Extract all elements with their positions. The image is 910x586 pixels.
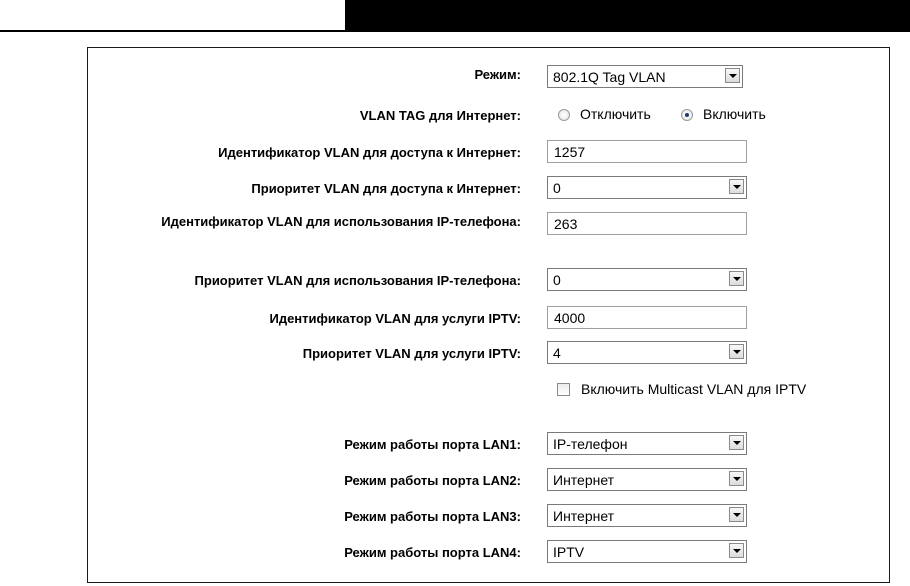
chevron-down-icon[interactable] [725, 68, 740, 83]
lan3-mode-select[interactable]: Интернет [547, 504, 747, 527]
chevron-down-icon[interactable] [729, 507, 744, 522]
iptv-vlan-id-value: 4000 [554, 310, 586, 326]
vlan-settings-panel: Режим: 802.1Q Tag VLAN VLAN TAG для Инте… [87, 47, 890, 583]
chevron-down-icon[interactable] [729, 271, 744, 286]
ipphone-vlan-priority-label: Приоритет VLAN для использования IP-теле… [194, 273, 521, 288]
mode-label: Режим: [474, 67, 521, 82]
iptv-vlan-id-label: Идентификатор VLAN для услуги IPTV: [269, 311, 521, 326]
vlan-tag-off-radio[interactable] [558, 109, 570, 121]
iptv-vlan-priority-value: 4 [553, 345, 561, 361]
chevron-down-icon[interactable] [729, 471, 744, 486]
internet-vlan-priority-label: Приоритет VLAN для доступа к Интернет: [251, 181, 521, 196]
lan4-mode-value: IPTV [553, 544, 585, 560]
lan3-mode-value: Интернет [553, 508, 615, 524]
ipphone-vlan-id-input[interactable]: 263 [547, 212, 747, 235]
lan1-mode-select[interactable]: IP-телефон [547, 432, 747, 455]
multicast-vlan-checkbox[interactable] [557, 383, 570, 396]
chevron-down-icon[interactable] [729, 179, 744, 194]
lan2-mode-value: Интернет [553, 472, 615, 488]
vlan-tag-on-radio[interactable] [681, 109, 693, 121]
iptv-vlan-priority-select[interactable]: 4 [547, 341, 747, 364]
iptv-vlan-priority-label: Приоритет VLAN для услуги IPTV: [302, 346, 521, 361]
lan2-mode-label: Режим работы порта LAN2: [344, 473, 521, 488]
chevron-down-icon[interactable] [729, 435, 744, 450]
header-divider [0, 30, 345, 32]
internet-vlan-id-value: 1257 [554, 144, 586, 160]
vlan-tag-off-label: Отключить [580, 106, 651, 122]
iptv-vlan-id-input[interactable]: 4000 [547, 306, 747, 329]
lan4-mode-label: Режим работы порта LAN4: [344, 545, 521, 560]
ipphone-vlan-id-label: Идентификатор VLAN для использования IP-… [161, 214, 521, 229]
lan2-mode-select[interactable]: Интернет [547, 468, 747, 491]
vlan-tag-on-label: Включить [703, 106, 766, 122]
vlan-tag-label: VLAN TAG для Интернет: [359, 108, 521, 123]
ipphone-vlan-priority-select[interactable]: 0 [547, 268, 747, 291]
mode-select-value: 802.1Q Tag VLAN [553, 69, 666, 85]
header-bar [345, 0, 910, 32]
lan4-mode-select[interactable]: IPTV [547, 540, 747, 563]
lan3-mode-label: Режим работы порта LAN3: [344, 509, 521, 524]
ipphone-vlan-priority-value: 0 [553, 272, 561, 288]
lan1-mode-label: Режим работы порта LAN1: [344, 437, 521, 452]
internet-vlan-id-label: Идентификатор VLAN для доступа к Интерне… [218, 145, 521, 160]
mode-select[interactable]: 802.1Q Tag VLAN [547, 65, 743, 88]
internet-vlan-priority-value: 0 [553, 180, 561, 196]
chevron-down-icon[interactable] [729, 344, 744, 359]
chevron-down-icon[interactable] [729, 543, 744, 558]
multicast-vlan-label: Включить Multicast VLAN для IPTV [581, 381, 807, 397]
ipphone-vlan-id-value: 263 [554, 216, 578, 232]
lan1-mode-value: IP-телефон [553, 436, 628, 452]
internet-vlan-priority-select[interactable]: 0 [547, 176, 747, 199]
internet-vlan-id-input[interactable]: 1257 [547, 140, 747, 163]
